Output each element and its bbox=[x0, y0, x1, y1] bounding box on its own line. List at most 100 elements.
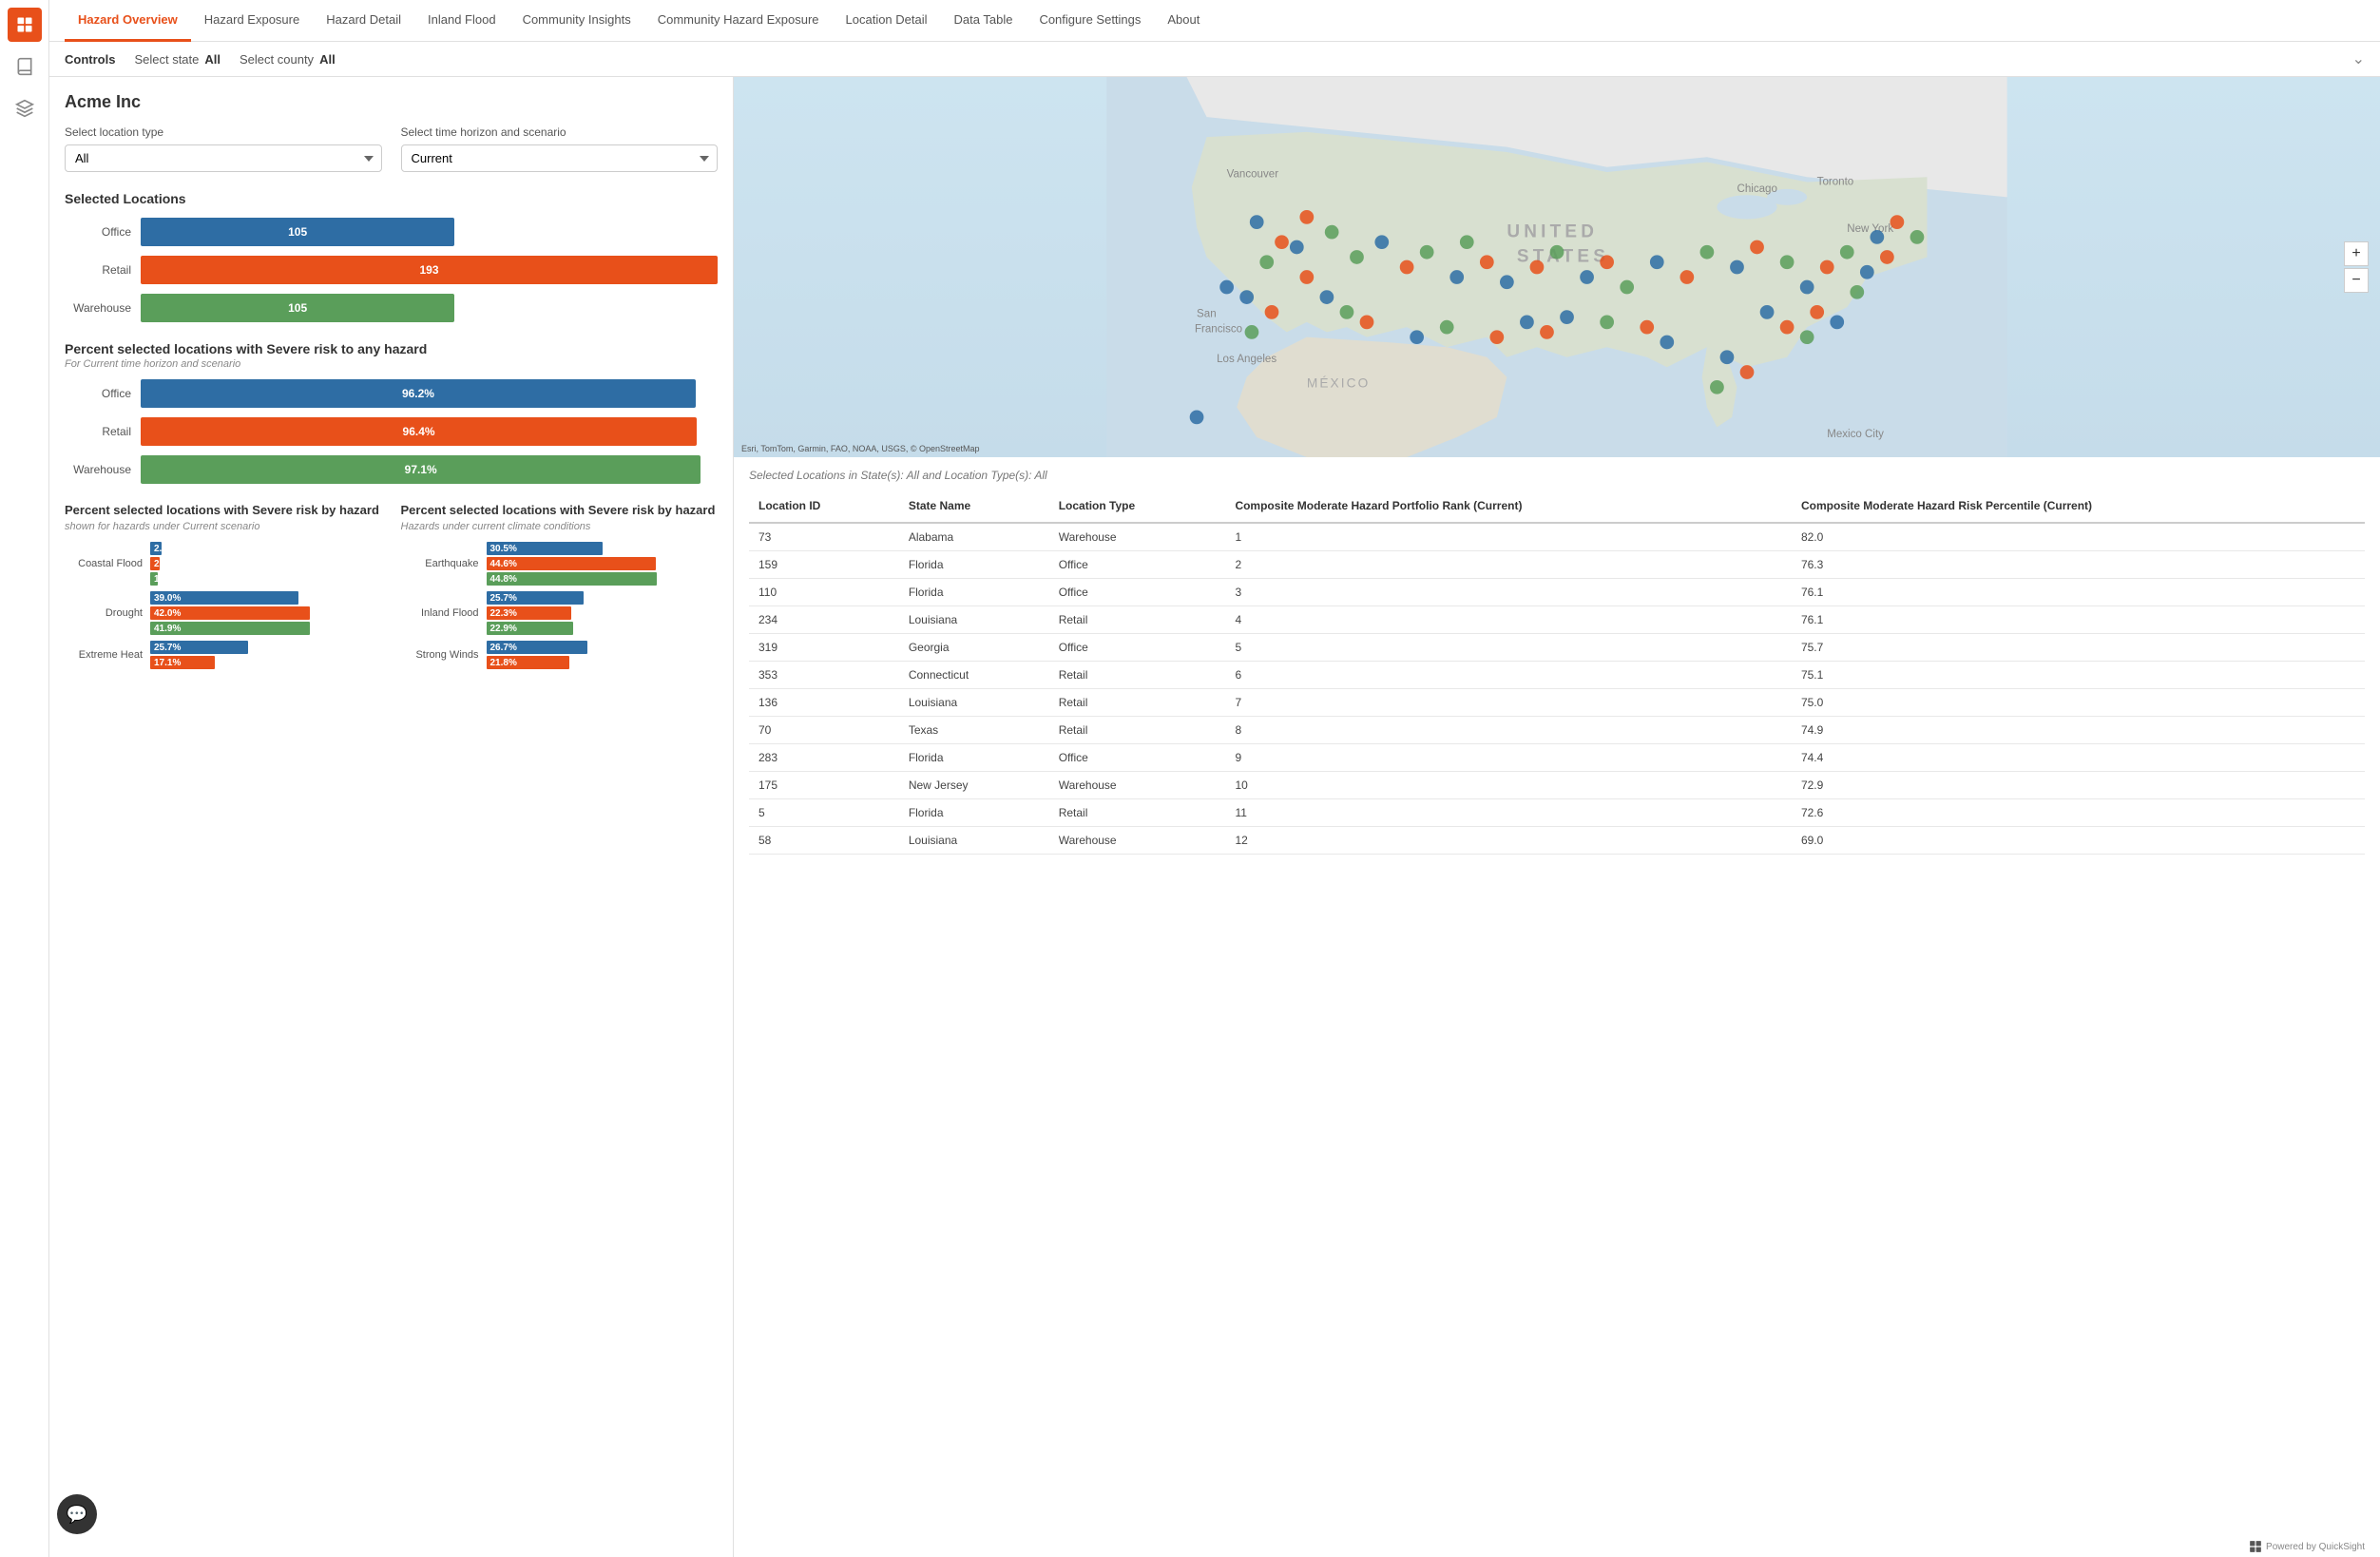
bar-track: 105 bbox=[141, 294, 718, 322]
location-type-select[interactable]: All bbox=[65, 144, 382, 172]
hazard-charts-row: Percent selected locations with Severe r… bbox=[65, 503, 718, 675]
zoom-out-button[interactable]: − bbox=[2344, 268, 2369, 293]
table-header-row: Location IDState NameLocation TypeCompos… bbox=[749, 491, 2365, 523]
table-cell-col0: 70 bbox=[749, 716, 899, 743]
sidebar-icon-layers[interactable] bbox=[8, 91, 42, 125]
table-cell-col4: 82.0 bbox=[1792, 523, 2365, 551]
table-row[interactable]: 159FloridaOffice276.3 bbox=[749, 550, 2365, 578]
nav-tab-community-hazard-exposure[interactable]: Community Hazard Exposure bbox=[644, 0, 833, 42]
table-cell-col3: 3 bbox=[1225, 578, 1792, 606]
hazard-group-coastal-flood: Coastal Flood2.9%2.6%1.9% bbox=[65, 542, 382, 586]
form-row: Select location type All Select time hor… bbox=[65, 125, 718, 172]
table-row[interactable]: 70TexasRetail874.9 bbox=[749, 716, 2365, 743]
hazard-left-chart: Coastal Flood2.9%2.6%1.9% Drought39.0%42.… bbox=[65, 542, 382, 669]
controls-state-value: All bbox=[204, 52, 221, 67]
hazard-bars: 2.9%2.6%1.9% bbox=[150, 542, 162, 586]
hazard-bars: 39.0%42.0%41.9% bbox=[150, 591, 310, 635]
bar-track: 97.1% bbox=[141, 455, 718, 484]
bar-label: Office bbox=[65, 225, 141, 239]
nav-tab-data-table[interactable]: Data Table bbox=[941, 0, 1027, 42]
nav-tab-hazard-detail[interactable]: Hazard Detail bbox=[313, 0, 414, 42]
nav-tab-hazard-exposure[interactable]: Hazard Exposure bbox=[191, 0, 313, 42]
table-row[interactable]: 136LouisianaRetail775.0 bbox=[749, 688, 2365, 716]
hazard-left-sub: shown for hazards under Current scenario bbox=[65, 521, 382, 532]
table-cell-col2: Office bbox=[1049, 743, 1226, 771]
table-row[interactable]: 110FloridaOffice376.1 bbox=[749, 578, 2365, 606]
bar-fill: 96.2% bbox=[141, 379, 696, 408]
nav-tab-community-insights[interactable]: Community Insights bbox=[509, 0, 644, 42]
bar-track: 96.4% bbox=[141, 417, 718, 446]
table-row[interactable]: 73AlabamaWarehouse182.0 bbox=[749, 523, 2365, 551]
table-header-composite-moderate-hazard-risk-percentile-(current): Composite Moderate Hazard Risk Percentil… bbox=[1792, 491, 2365, 523]
table-header-state-name: State Name bbox=[899, 491, 1049, 523]
nav-tab-about[interactable]: About bbox=[1154, 0, 1213, 42]
small-bar-fill: 22.3% bbox=[487, 606, 571, 620]
controls-bar: Controls Select state All Select county … bbox=[49, 42, 2380, 77]
table-subtitle: Selected Locations in State(s): All and … bbox=[749, 469, 2365, 482]
location-type-group: Select location type All bbox=[65, 125, 382, 172]
table-cell-col1: Texas bbox=[899, 716, 1049, 743]
table-cell-col3: 6 bbox=[1225, 661, 1792, 688]
table-cell-col0: 73 bbox=[749, 523, 899, 551]
hazard-label: Drought bbox=[65, 607, 150, 619]
sidebar-icon-home[interactable] bbox=[8, 8, 42, 42]
zoom-in-button[interactable]: + bbox=[2344, 241, 2369, 266]
hazard-label: Coastal Flood bbox=[65, 558, 150, 569]
svg-text:Francisco: Francisco bbox=[1195, 323, 1242, 335]
small-bar-fill: 1.9% bbox=[150, 572, 158, 586]
table-row[interactable]: 353ConnecticutRetail675.1 bbox=[749, 661, 2365, 688]
table-cell-col2: Retail bbox=[1049, 688, 1226, 716]
small-bar-fill: 25.7% bbox=[150, 641, 248, 654]
small-bar-fill: 30.5% bbox=[487, 542, 603, 555]
table-cell-col4: 75.1 bbox=[1792, 661, 2365, 688]
table-row[interactable]: 319GeorgiaOffice575.7 bbox=[749, 633, 2365, 661]
table-cell-col1: Georgia bbox=[899, 633, 1049, 661]
time-horizon-select[interactable]: Current bbox=[401, 144, 719, 172]
bar-label: Warehouse bbox=[65, 463, 141, 476]
table-row[interactable]: 234LouisianaRetail476.1 bbox=[749, 606, 2365, 633]
controls-expand-icon[interactable]: ⌄ bbox=[2352, 49, 2365, 68]
table-cell-col3: 4 bbox=[1225, 606, 1792, 633]
svg-text:New York: New York bbox=[1847, 223, 1893, 235]
table-row[interactable]: 58LouisianaWarehouse1269.0 bbox=[749, 826, 2365, 854]
table-row[interactable]: 175New JerseyWarehouse1072.9 bbox=[749, 771, 2365, 798]
severe-bar-row-warehouse: Warehouse 97.1% bbox=[65, 455, 718, 484]
table-cell-col2: Retail bbox=[1049, 661, 1226, 688]
bar-row-warehouse: Warehouse 105 bbox=[65, 294, 718, 322]
map-background: UNITED STATES MÉXICO Vancouver San Franc… bbox=[734, 77, 2380, 457]
locations-table: Location IDState NameLocation TypeCompos… bbox=[749, 491, 2365, 855]
small-bar-fill: 39.0% bbox=[150, 591, 298, 605]
severe-risk-subtitle: For Current time horizon and scenario bbox=[65, 358, 718, 370]
hazard-group-earthquake: Earthquake30.5%44.6%44.8% bbox=[401, 542, 719, 586]
bar-track: 105 bbox=[141, 218, 718, 246]
table-row[interactable]: 283FloridaOffice974.4 bbox=[749, 743, 2365, 771]
svg-text:San: San bbox=[1197, 309, 1217, 320]
table-cell-col1: New Jersey bbox=[899, 771, 1049, 798]
nav-tab-location-detail[interactable]: Location Detail bbox=[833, 0, 941, 42]
svg-text:Chicago: Chicago bbox=[1737, 183, 1776, 195]
bar-label: Warehouse bbox=[65, 301, 141, 315]
table-cell-col0: 353 bbox=[749, 661, 899, 688]
small-bar-fill: 25.7% bbox=[487, 591, 585, 605]
small-bar-fill: 17.1% bbox=[150, 656, 215, 669]
map-container: UNITED STATES MÉXICO Vancouver San Franc… bbox=[734, 77, 2380, 457]
table-section: Selected Locations in State(s): All and … bbox=[734, 457, 2380, 1557]
nav-tab-hazard-overview[interactable]: Hazard Overview bbox=[65, 0, 191, 42]
time-horizon-label: Select time horizon and scenario bbox=[401, 125, 719, 139]
table-cell-col1: Florida bbox=[899, 550, 1049, 578]
sidebar-icon-book[interactable] bbox=[8, 49, 42, 84]
table-cell-col4: 75.0 bbox=[1792, 688, 2365, 716]
table-cell-col0: 58 bbox=[749, 826, 899, 854]
table-row[interactable]: 5FloridaRetail1172.6 bbox=[749, 798, 2365, 826]
table-cell-col0: 110 bbox=[749, 578, 899, 606]
nav-tab-configure-settings[interactable]: Configure Settings bbox=[1026, 0, 1154, 42]
table-cell-col2: Warehouse bbox=[1049, 826, 1226, 854]
top-nav: Hazard OverviewHazard ExposureHazard Det… bbox=[49, 0, 2380, 42]
table-cell-col0: 136 bbox=[749, 688, 899, 716]
chat-button[interactable]: 💬 bbox=[57, 1494, 97, 1534]
severe-risk-chart: Office 96.2% Retail 96.4% Warehouse 97.1… bbox=[65, 379, 718, 484]
bar-fill: 96.4% bbox=[141, 417, 697, 446]
powered-by-text: Powered by QuickSight bbox=[2266, 1542, 2365, 1552]
table-cell-col1: Louisiana bbox=[899, 826, 1049, 854]
nav-tab-inland-flood[interactable]: Inland Flood bbox=[414, 0, 509, 42]
